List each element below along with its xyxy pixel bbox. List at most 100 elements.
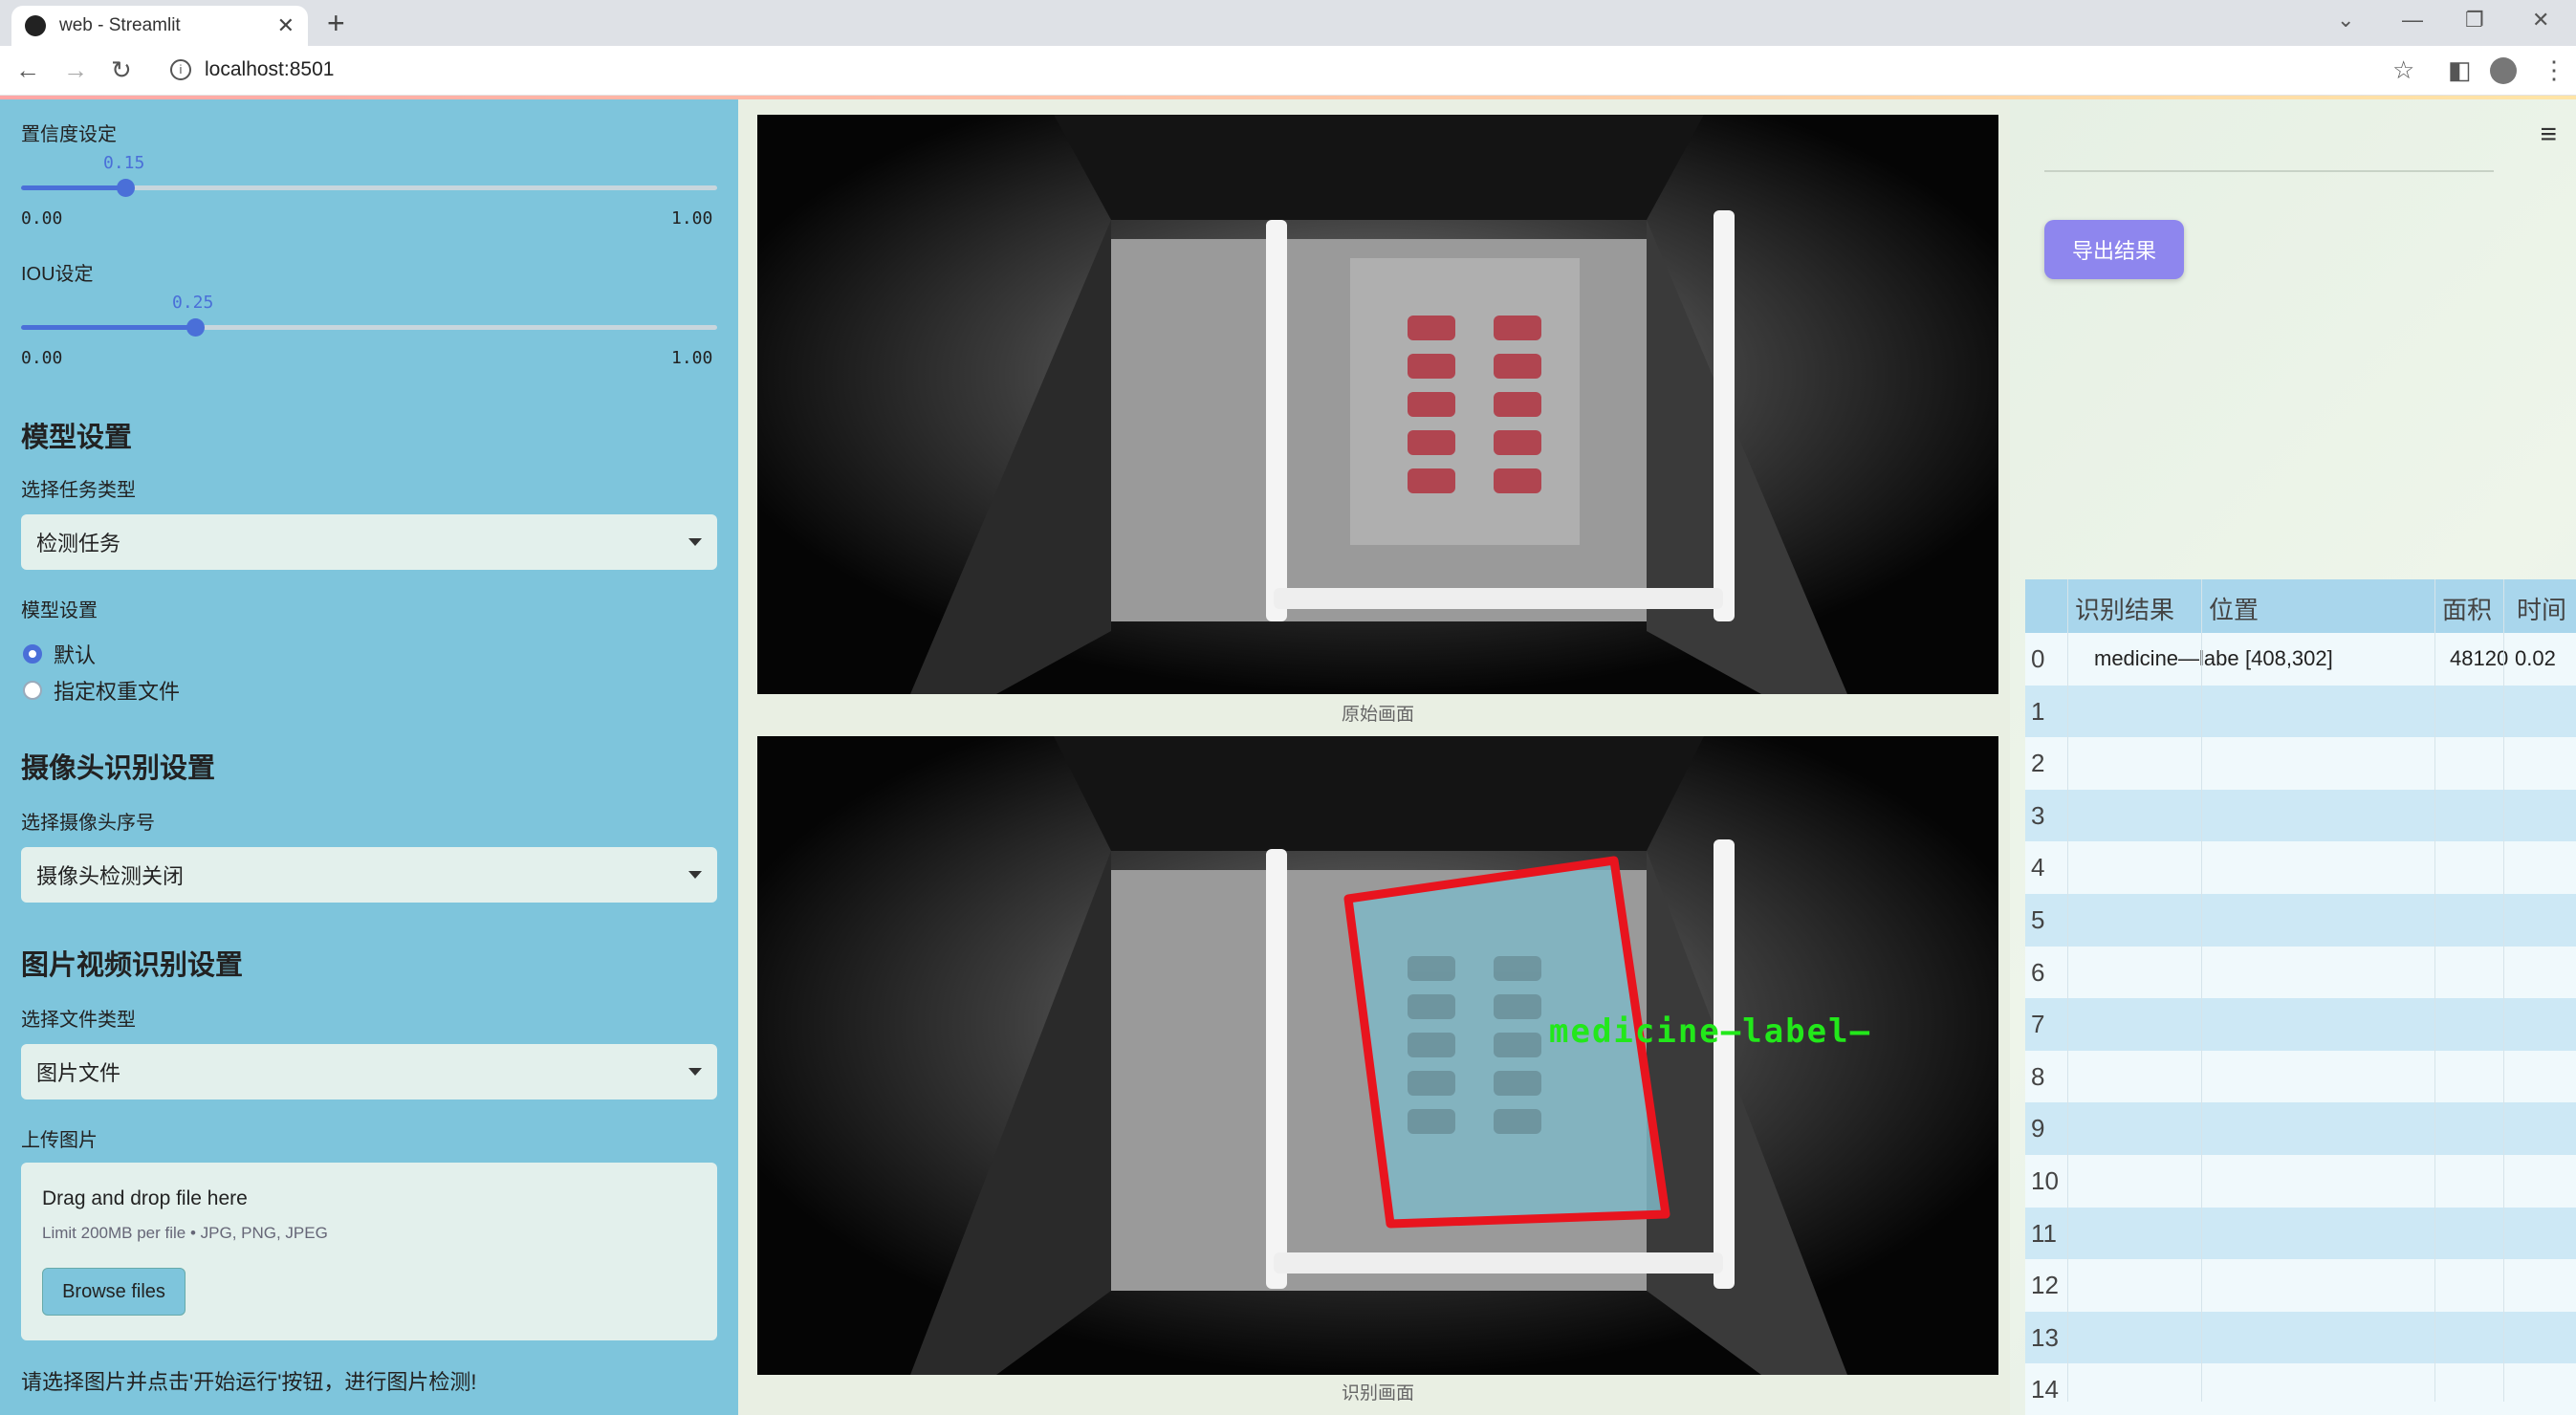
confidence-value: 0.15 — [103, 153, 145, 173]
file-type-select[interactable]: 图片文件 — [21, 1044, 717, 1099]
model-settings-header: 模型设置 — [21, 423, 133, 453]
row-index: 11 — [2031, 1218, 2057, 1248]
radio-custom-weights[interactable]: 指定权重文件 — [23, 675, 180, 706]
table-row[interactable]: 11 — [2025, 1207, 2576, 1260]
browse-files-button[interactable]: Browse files — [42, 1268, 186, 1316]
cell-area: 48120 — [2450, 646, 2509, 670]
task-type-label: 选择任务类型 — [21, 480, 136, 501]
row-index: 3 — [2031, 800, 2045, 830]
back-icon[interactable]: ← — [15, 55, 40, 84]
row-index: 4 — [2031, 853, 2045, 882]
address-bar: ← → ↻ i localhost:8501 ☆ ◧ ⋮ — [0, 46, 2576, 96]
table-row[interactable]: 6 — [2025, 946, 2576, 999]
table-row[interactable]: 10 — [2025, 1155, 2576, 1208]
row-index: 0 — [2031, 644, 2045, 673]
confidence-slider-thumb[interactable] — [117, 179, 136, 197]
detection-caption: 识别画面 — [1341, 1383, 1414, 1404]
side-panel-icon[interactable]: ◧ — [2448, 55, 2472, 85]
iou-slider-thumb[interactable] — [186, 318, 205, 337]
radio-unselected-icon — [23, 681, 42, 700]
table-row[interactable]: 12 — [2025, 1259, 2576, 1312]
table-row[interactable]: 4 — [2025, 841, 2576, 894]
table-row[interactable]: 14 — [2025, 1363, 2576, 1415]
row-index: 7 — [2031, 1010, 2045, 1039]
col-header-area: 面积 — [2442, 596, 2493, 624]
row-index: 12 — [2031, 1271, 2059, 1300]
reload-icon[interactable]: ↻ — [111, 55, 132, 84]
detection-image: medicine—label— — [757, 736, 1998, 1375]
radio-selected-icon — [23, 644, 42, 664]
tab-title: web - Streamlit — [59, 15, 181, 35]
restore-icon[interactable]: ❐ — [2465, 8, 2484, 33]
task-type-select[interactable]: 检测任务 — [21, 514, 717, 570]
table-row[interactable]: 2 — [2025, 737, 2576, 790]
row-index: 14 — [2031, 1375, 2059, 1404]
confidence-max: 1.00 — [671, 208, 713, 229]
media-settings-header: 图片视频识别设置 — [21, 950, 244, 981]
browser-tab[interactable]: web - Streamlit ✕ — [11, 6, 308, 46]
confidence-label: 置信度设定 — [21, 124, 117, 145]
radio-default-label: 默认 — [54, 643, 97, 667]
profile-avatar-icon[interactable] — [2490, 57, 2517, 84]
tab-close-icon[interactable]: ✕ — [277, 13, 295, 38]
file-type-value: 图片文件 — [36, 1061, 121, 1085]
table-row[interactable]: 0 medicine—labe [408,302] 48120 0.02 — [2025, 633, 2576, 686]
url-field[interactable]: localhost:8501 — [205, 58, 334, 81]
task-type-value: 检测任务 — [36, 532, 121, 555]
table-row[interactable]: 7 — [2025, 998, 2576, 1051]
cell-position: [408,302] — [2245, 646, 2333, 670]
tab-list-chevron-icon[interactable]: ⌄ — [2337, 8, 2354, 33]
original-caption: 原始画面 — [1341, 705, 1414, 725]
model-option-label: 模型设置 — [21, 600, 98, 621]
bookmark-star-icon[interactable]: ☆ — [2392, 55, 2414, 85]
row-index: 13 — [2031, 1322, 2059, 1352]
iou-slider[interactable] — [21, 318, 717, 337]
row-index: 6 — [2031, 957, 2045, 987]
forward-icon[interactable]: → — [63, 55, 88, 84]
table-row[interactable]: 8 — [2025, 1050, 2576, 1103]
confidence-slider-fill — [21, 185, 126, 190]
divider — [2044, 170, 2494, 172]
browser-tab-bar: web - Streamlit ✕ + ⌄ — ❐ ✕ — [0, 0, 2576, 46]
dropzone-limit: Limit 200MB per file • JPG, PNG, JPEG — [42, 1224, 328, 1242]
col-divider — [2434, 579, 2435, 1402]
camera-select[interactable]: 摄像头检测关闭 — [21, 847, 717, 903]
window-close-icon[interactable]: ✕ — [2532, 8, 2549, 33]
detection-scene-graphic: medicine—label— — [757, 736, 1998, 1375]
table-row[interactable]: 13 — [2025, 1311, 2576, 1364]
radio-default[interactable]: 默认 — [23, 639, 96, 669]
upload-label: 上传图片 — [21, 1130, 98, 1151]
radio-custom-weights-label: 指定权重文件 — [54, 680, 181, 704]
table-row[interactable]: 1 — [2025, 685, 2576, 738]
export-results-button[interactable]: 导出结果 — [2044, 220, 2184, 279]
table-row[interactable]: 9 — [2025, 1102, 2576, 1155]
cell-time: 0.02 — [2515, 646, 2556, 670]
table-row[interactable]: 5 — [2025, 894, 2576, 947]
iou-min: 0.00 — [21, 348, 63, 368]
dropzone-title: Drag and drop file here — [42, 1187, 248, 1209]
site-info-icon[interactable]: i — [170, 59, 191, 80]
table-row[interactable]: 3 — [2025, 789, 2576, 842]
run-hint: 请选择图片并点击'开始运行'按钮，进行图片检测! — [21, 1370, 477, 1394]
main-area: 原始画面 medicine—label— 识别画面 ≡ 导出结果 识别结果 位置… — [738, 99, 2576, 1415]
row-index: 8 — [2031, 1061, 2045, 1091]
iou-slider-fill — [21, 325, 195, 330]
streamlit-favicon-icon — [25, 15, 46, 36]
file-dropzone[interactable]: Drag and drop file here Limit 200MB per … — [21, 1163, 717, 1340]
minimize-icon[interactable]: — — [2402, 8, 2423, 33]
confidence-slider[interactable] — [21, 179, 717, 197]
browser-menu-icon[interactable]: ⋮ — [2542, 55, 2566, 85]
row-index: 2 — [2031, 749, 2045, 778]
confidence-min: 0.00 — [21, 208, 63, 229]
cell-result: medicine—labe — [2094, 646, 2239, 670]
new-tab-icon[interactable]: + — [327, 6, 345, 40]
detection-label: medicine—label— — [1549, 1012, 1871, 1051]
hamburger-menu-icon[interactable]: ≡ — [2540, 119, 2557, 151]
file-type-label: 选择文件类型 — [21, 1010, 136, 1031]
row-index: 5 — [2031, 905, 2045, 934]
row-index: 9 — [2031, 1114, 2045, 1143]
col-divider — [2067, 579, 2068, 1402]
col-header-time: 时间 — [2517, 596, 2567, 624]
original-scene-graphic — [757, 115, 1998, 694]
col-header-result: 识别结果 — [2075, 596, 2175, 624]
